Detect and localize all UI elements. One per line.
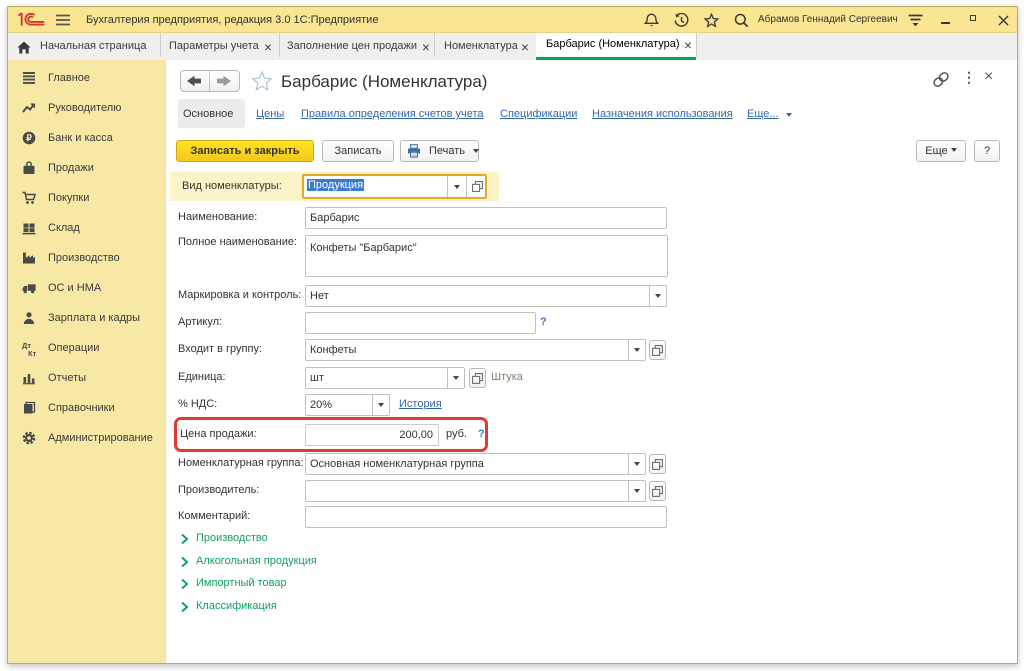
svg-text:Кт: Кт: [28, 349, 37, 357]
svg-text:₽: ₽: [26, 133, 32, 143]
